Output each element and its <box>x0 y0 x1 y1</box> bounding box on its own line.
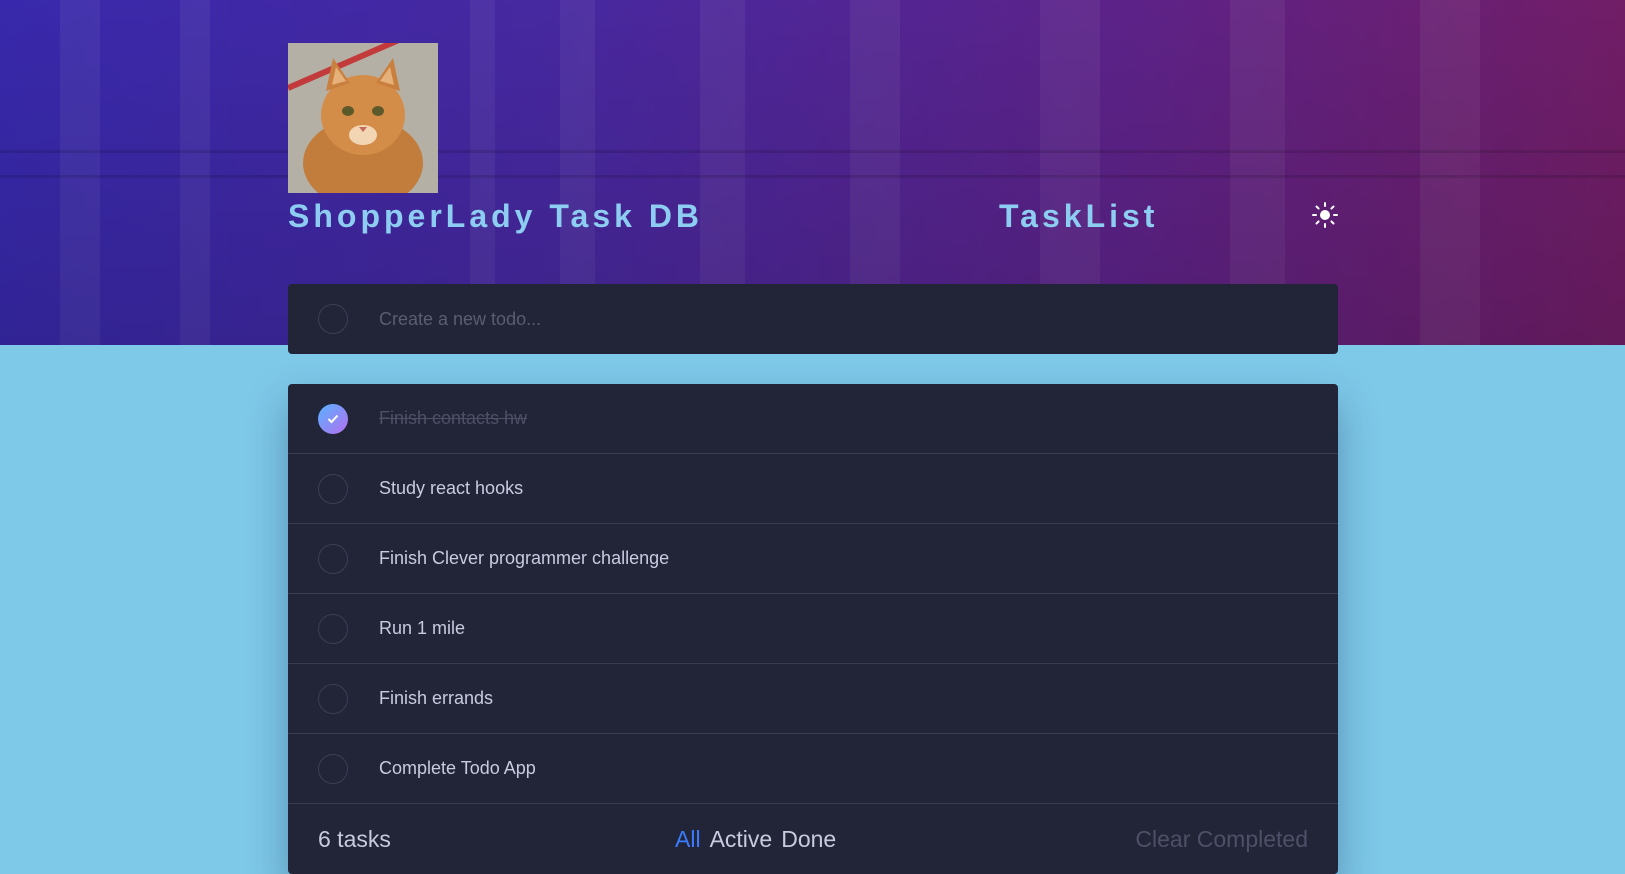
theme-toggle-button[interactable] <box>1310 200 1340 230</box>
task-count: 6 tasks <box>318 825 391 852</box>
todo-item[interactable]: Finish errands <box>288 664 1338 734</box>
todo-item[interactable]: Run 1 mile <box>288 594 1338 664</box>
sun-icon <box>1312 202 1338 228</box>
cat-photo-icon <box>288 43 438 193</box>
todo-item[interactable]: Complete Todo App <box>288 734 1338 804</box>
brand-title: ShopperLady Task DB <box>288 198 704 234</box>
todo-item-label: Complete Todo App <box>379 758 536 778</box>
filter-group: All Active Done <box>675 804 836 874</box>
todo-checkbox[interactable] <box>318 753 348 784</box>
todo-checkbox[interactable] <box>318 473 348 504</box>
todo-footer: 6 tasks All Active Done Clear Completed <box>288 804 1338 874</box>
todo-item[interactable]: Finish contacts hw <box>288 384 1338 454</box>
todo-item[interactable]: Finish Clever programmer challenge <box>288 524 1338 594</box>
todo-item-label: Finish contacts hw <box>379 408 528 428</box>
todo-checkbox[interactable] <box>318 543 348 574</box>
page-title: TaskList <box>999 198 1159 234</box>
filter-all[interactable]: All <box>675 826 701 853</box>
todo-item-label: Finish errands <box>379 688 494 708</box>
todo-item-label: Study react hooks <box>379 478 524 498</box>
todo-item[interactable]: Study react hooks <box>288 454 1338 524</box>
clear-completed-button[interactable]: Clear Completed <box>1135 804 1308 874</box>
new-todo-input[interactable] <box>379 308 1279 330</box>
todo-checkbox-checked[interactable] <box>318 403 348 434</box>
todo-item-label: Finish Clever programmer challenge <box>379 548 670 568</box>
todo-checkbox[interactable] <box>318 683 348 714</box>
todo-item-label: Run 1 mile <box>379 618 466 638</box>
filter-done[interactable]: Done <box>781 826 836 853</box>
filter-active[interactable]: Active <box>710 826 773 853</box>
new-todo-check-circle[interactable] <box>318 304 348 334</box>
avatar <box>288 43 438 193</box>
new-todo-bar <box>288 284 1338 354</box>
check-icon <box>327 414 339 423</box>
todo-checkbox[interactable] <box>318 613 348 644</box>
todo-list: Finish contacts hw Study react hooks Fin… <box>288 384 1338 874</box>
